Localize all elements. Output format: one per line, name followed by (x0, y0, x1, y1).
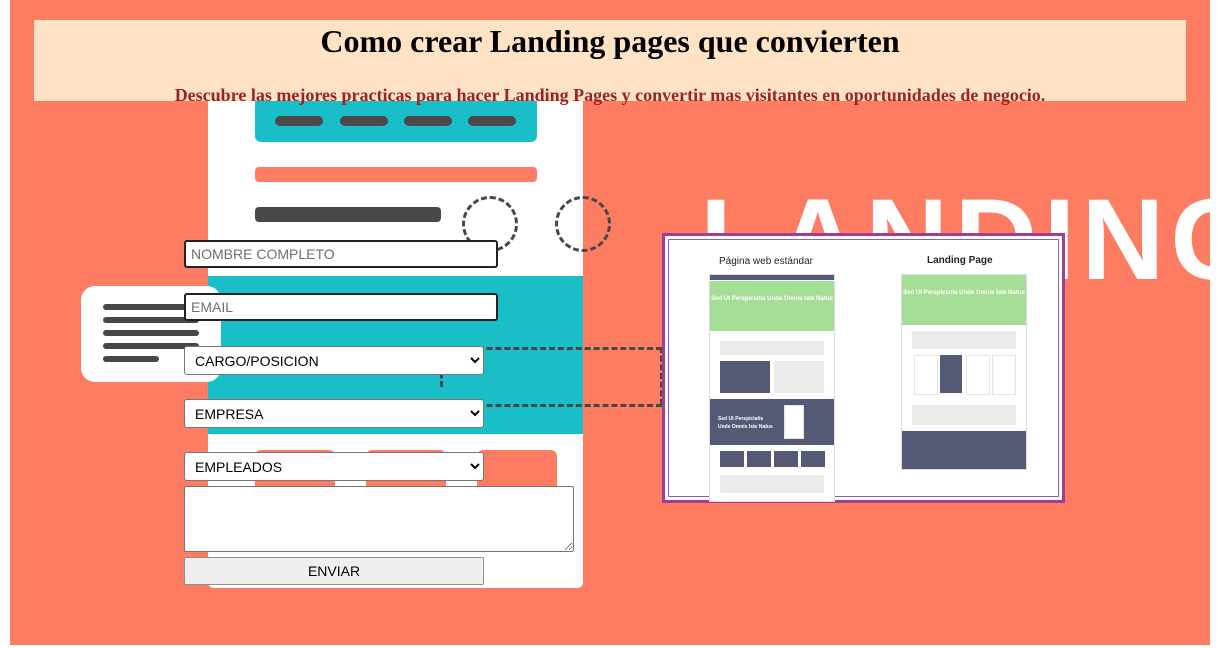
phone-pill (404, 116, 452, 126)
mock-card (774, 451, 798, 467)
submit-button[interactable]: ENVIAR (184, 557, 484, 585)
email-input[interactable] (184, 293, 498, 321)
landing-page-title: Landing Page (927, 255, 993, 266)
cargo-select[interactable]: CARGO/POSICION (184, 346, 484, 375)
mock-dark-band (902, 431, 1026, 469)
page-subtitle: Descubre las mejores practicas para hace… (174, 85, 1046, 105)
mock-hero-text: Sed Ut Perspiciatis Unde Omnis Iste Natu… (903, 290, 1025, 296)
mock-testimonials (912, 405, 1016, 425)
comparison-image: Página web estándar Landing Page Sed Ut … (662, 233, 1065, 503)
empresa-select[interactable]: EMPRESA (184, 399, 484, 428)
mock-hero (902, 275, 1026, 325)
mock-tablet (784, 405, 804, 439)
mock-band-text: Sed Ut Perspiciatis Unde Omnis Iste Natu… (718, 416, 773, 430)
name-input[interactable] (184, 240, 498, 268)
mock-features (720, 341, 824, 355)
mock-features (912, 331, 1016, 349)
mock-card (720, 451, 744, 467)
header-banner: Como crear Landing pages que convierten … (34, 20, 1186, 105)
mock-price-card (940, 355, 962, 393)
dashed-circle (555, 196, 611, 252)
page-title: Como crear Landing pages que convierten (320, 23, 900, 59)
mock-hero-text: Sed Ut Perspiciatis Unde Omnis Iste Natu… (711, 296, 833, 302)
landing-page-mockup: Sed Ut Perspiciatis Unde Omnis Iste Natu… (901, 274, 1027, 470)
mock-nav (710, 275, 834, 280)
phone-pill (340, 116, 388, 126)
phone-pill (275, 116, 323, 126)
mock-price-card (914, 355, 938, 395)
mock-hero (710, 281, 834, 331)
mock-price-card (966, 355, 990, 395)
standard-page-title: Página web estándar (719, 256, 813, 267)
mock-card (801, 451, 825, 467)
standard-page-mockup: Sed Ut Perspiciatis Unde Omnis Iste Natu… (709, 274, 835, 502)
mock-video (720, 361, 770, 393)
empleados-select[interactable]: EMPLEADOS (184, 452, 484, 481)
comparison-inner: Página web estándar Landing Page Sed Ut … (668, 239, 1059, 502)
doc-line (103, 330, 199, 336)
phone-pill (468, 116, 516, 126)
message-textarea[interactable] (184, 486, 574, 552)
mock-list (774, 361, 824, 393)
phone-dark-bar (255, 207, 441, 222)
phone-coral-bar (255, 167, 537, 182)
mock-price-card (992, 355, 1016, 395)
mock-footer (720, 475, 824, 493)
mock-card (747, 451, 771, 467)
doc-line (103, 356, 159, 362)
